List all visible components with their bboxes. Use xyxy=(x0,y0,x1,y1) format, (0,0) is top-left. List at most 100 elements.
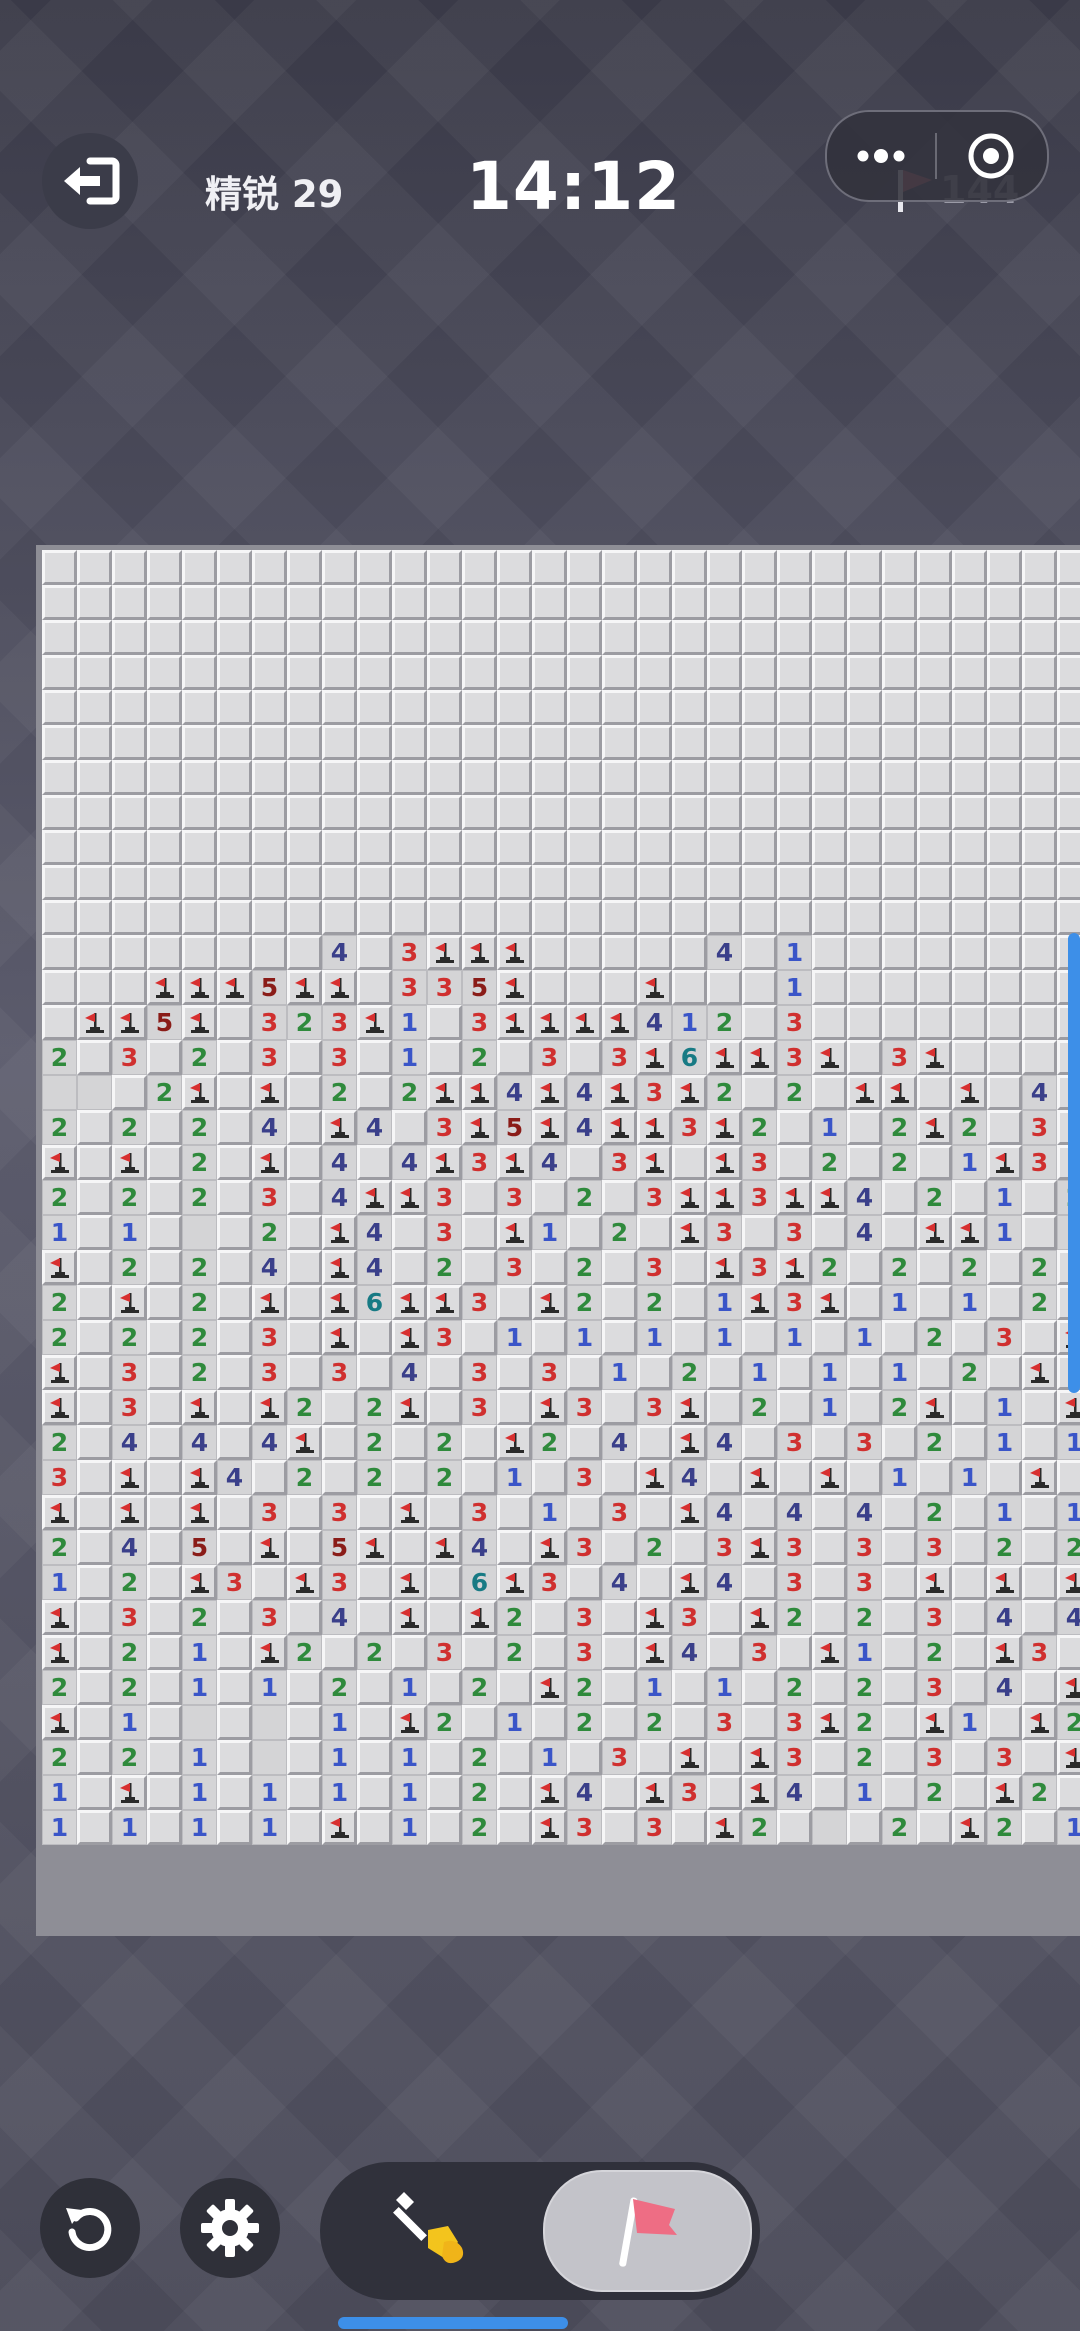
hidden-cell[interactable] xyxy=(987,935,1022,970)
flagged-cell[interactable] xyxy=(1022,1355,1057,1390)
flagged-cell[interactable] xyxy=(812,1040,847,1075)
hidden-cell[interactable] xyxy=(707,1600,742,1635)
flagged-cell[interactable] xyxy=(322,1320,357,1355)
hidden-cell[interactable] xyxy=(742,1005,777,1040)
number-cell[interactable]: 2 xyxy=(812,1250,847,1285)
number-cell[interactable]: 1 xyxy=(637,1320,672,1355)
number-cell[interactable]: 4 xyxy=(777,1775,812,1810)
hidden-cell[interactable] xyxy=(147,1775,182,1810)
hidden-cell[interactable] xyxy=(322,900,357,935)
hidden-cell[interactable] xyxy=(987,970,1022,1005)
flagged-cell[interactable] xyxy=(322,1215,357,1250)
flagged-cell[interactable] xyxy=(112,1775,147,1810)
hidden-cell[interactable] xyxy=(112,655,147,690)
hidden-cell[interactable] xyxy=(392,585,427,620)
number-cell[interactable]: 1 xyxy=(567,1320,602,1355)
hidden-cell[interactable] xyxy=(322,865,357,900)
flagged-cell[interactable] xyxy=(812,1705,847,1740)
hidden-cell[interactable] xyxy=(147,620,182,655)
number-cell[interactable]: 1 xyxy=(392,1810,427,1845)
number-cell[interactable]: 2 xyxy=(112,1740,147,1775)
hidden-cell[interactable] xyxy=(147,1145,182,1180)
hidden-cell[interactable] xyxy=(1022,1670,1057,1705)
hidden-cell[interactable] xyxy=(987,1110,1022,1145)
flagged-cell[interactable] xyxy=(672,1180,707,1215)
number-cell[interactable]: 2 xyxy=(707,1075,742,1110)
hidden-cell[interactable] xyxy=(77,690,112,725)
hidden-cell[interactable] xyxy=(952,830,987,865)
number-cell[interactable]: 2 xyxy=(917,1425,952,1460)
hidden-cell[interactable] xyxy=(357,760,392,795)
number-cell[interactable]: 4 xyxy=(112,1425,147,1460)
number-cell[interactable]: 2 xyxy=(742,1810,777,1845)
hidden-cell[interactable] xyxy=(427,1600,462,1635)
hidden-cell[interactable] xyxy=(392,1460,427,1495)
hidden-cell[interactable] xyxy=(707,620,742,655)
hidden-cell[interactable] xyxy=(217,655,252,690)
hidden-cell[interactable] xyxy=(427,865,462,900)
number-cell[interactable]: 2 xyxy=(777,1600,812,1635)
hidden-cell[interactable] xyxy=(392,1530,427,1565)
number-cell[interactable]: 3 xyxy=(672,1110,707,1145)
hidden-cell[interactable] xyxy=(847,795,882,830)
hidden-cell[interactable] xyxy=(847,1810,882,1845)
hidden-cell[interactable] xyxy=(882,935,917,970)
hidden-cell[interactable] xyxy=(812,690,847,725)
hidden-cell[interactable] xyxy=(217,1285,252,1320)
hidden-cell[interactable] xyxy=(707,795,742,830)
number-cell[interactable]: 2 xyxy=(182,1110,217,1145)
hidden-cell[interactable] xyxy=(812,1670,847,1705)
hidden-cell[interactable] xyxy=(287,1810,322,1845)
hidden-cell[interactable] xyxy=(567,585,602,620)
flagged-cell[interactable] xyxy=(532,1390,567,1425)
number-cell[interactable]: 2 xyxy=(182,1600,217,1635)
hidden-cell[interactable] xyxy=(1022,1530,1057,1565)
number-cell[interactable]: 2 xyxy=(182,1355,217,1390)
hidden-cell[interactable] xyxy=(882,900,917,935)
hidden-cell[interactable] xyxy=(532,935,567,970)
number-cell[interactable]: 3 xyxy=(637,1250,672,1285)
number-cell[interactable]: 1 xyxy=(602,1355,637,1390)
hidden-cell[interactable] xyxy=(917,830,952,865)
hidden-cell[interactable] xyxy=(637,620,672,655)
hidden-cell[interactable] xyxy=(812,1005,847,1040)
hidden-cell[interactable] xyxy=(672,1530,707,1565)
flagged-cell[interactable] xyxy=(637,1600,672,1635)
number-cell[interactable]: 2 xyxy=(112,1565,147,1600)
number-cell[interactable]: 3 xyxy=(532,1355,567,1390)
hidden-cell[interactable] xyxy=(357,1705,392,1740)
hidden-cell[interactable] xyxy=(637,725,672,760)
hidden-cell[interactable] xyxy=(427,1355,462,1390)
flagged-cell[interactable] xyxy=(462,1600,497,1635)
hidden-cell[interactable] xyxy=(182,620,217,655)
number-cell[interactable]: 2 xyxy=(882,1145,917,1180)
hidden-cell[interactable] xyxy=(462,620,497,655)
flagged-cell[interactable] xyxy=(427,1075,462,1110)
hidden-cell[interactable] xyxy=(777,585,812,620)
flagged-cell[interactable] xyxy=(707,1810,742,1845)
hidden-cell[interactable] xyxy=(1022,1810,1057,1845)
hidden-cell[interactable] xyxy=(777,1390,812,1425)
hidden-cell[interactable] xyxy=(217,1005,252,1040)
number-cell[interactable]: 3 xyxy=(777,1040,812,1075)
number-cell[interactable]: 1 xyxy=(882,1285,917,1320)
hidden-cell[interactable] xyxy=(847,550,882,585)
flagged-cell[interactable] xyxy=(392,1495,427,1530)
number-cell[interactable]: 1 xyxy=(777,970,812,1005)
hidden-cell[interactable] xyxy=(497,1040,532,1075)
hidden-cell[interactable] xyxy=(567,865,602,900)
number-cell[interactable]: 1 xyxy=(42,1215,77,1250)
number-cell[interactable]: 5 xyxy=(462,970,497,1005)
number-cell[interactable]: 3 xyxy=(567,1530,602,1565)
hidden-cell[interactable] xyxy=(392,690,427,725)
hidden-cell[interactable] xyxy=(462,830,497,865)
hidden-cell[interactable] xyxy=(847,725,882,760)
hidden-cell[interactable] xyxy=(882,1180,917,1215)
hidden-cell[interactable] xyxy=(1022,1600,1057,1635)
hidden-cell[interactable] xyxy=(987,1460,1022,1495)
hidden-cell[interactable] xyxy=(462,1705,497,1740)
number-cell[interactable]: 1 xyxy=(1057,1425,1080,1460)
hidden-cell[interactable] xyxy=(112,865,147,900)
hidden-cell[interactable] xyxy=(287,795,322,830)
hidden-cell[interactable] xyxy=(497,620,532,655)
